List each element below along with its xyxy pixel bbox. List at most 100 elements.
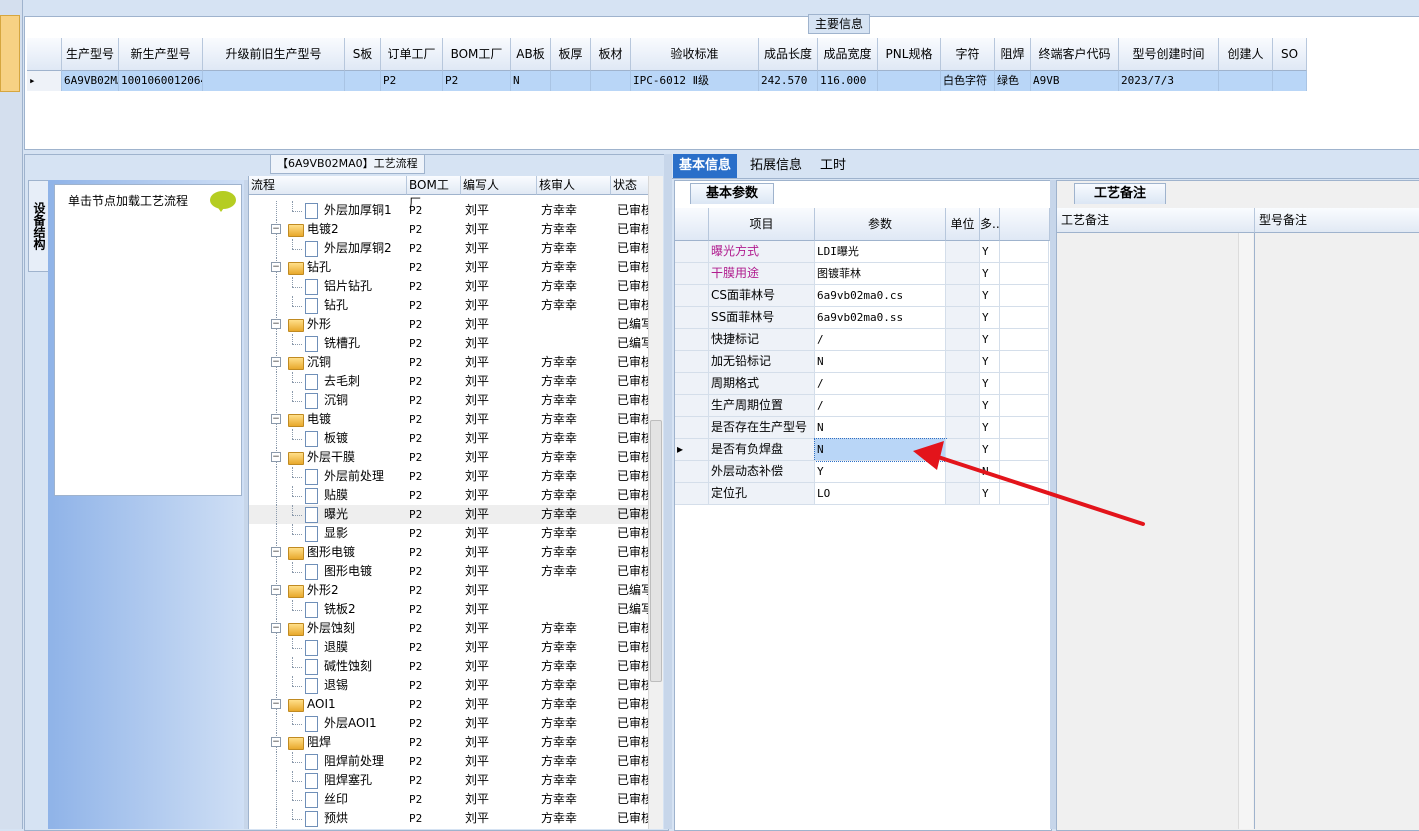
main-cell[interactable]: 白色字符	[941, 71, 995, 91]
tree-row[interactable]: 退膜 P2 刘平 方幸幸 已审核	[249, 638, 653, 657]
param-cell-param[interactable]: N	[815, 351, 946, 373]
param-cell-unit[interactable]	[946, 285, 980, 307]
param-cell-param[interactable]: N	[814, 438, 947, 462]
tree-row[interactable]: 贴膜 P2 刘平 方幸幸 已审核	[249, 486, 653, 505]
basic-col-header[interactable]: 多..	[980, 208, 1000, 241]
param-row[interactable]: 曝光方式 LDI曝光 Y	[675, 241, 1050, 263]
param-row[interactable]: 快捷标记 / Y	[675, 329, 1050, 351]
param-cell-unit[interactable]	[946, 351, 980, 373]
tab-work-hours[interactable]: 工时	[814, 154, 852, 178]
tree-row[interactable]: 外层AOI1 P2 刘平 方幸幸 已审核	[249, 714, 653, 733]
tree-row[interactable]: − 沉铜 P2 刘平 方幸幸 已审核	[249, 353, 653, 372]
param-cell-param[interactable]: Y	[815, 461, 946, 483]
tree-row[interactable]: 铣槽孔 P2 刘平 已编写	[249, 334, 653, 353]
main-col-header[interactable]: 成品宽度	[818, 38, 878, 71]
main-cell[interactable]: P2	[381, 71, 443, 91]
main-col-header[interactable]: 创建人	[1219, 38, 1273, 71]
param-row[interactable]: 生产周期位置 / Y	[675, 395, 1050, 417]
param-row[interactable]: 外层动态补偿 Y N	[675, 461, 1050, 483]
tree-scroll-thumb[interactable]	[650, 420, 662, 682]
collapse-toggle-icon[interactable]: −	[271, 699, 281, 709]
param-row[interactable]: 加无铅标记 N Y	[675, 351, 1050, 373]
param-row[interactable]: CS面菲林号 6a9vb02ma0.cs Y	[675, 285, 1050, 307]
param-row[interactable]: 是否存在生产型号 N Y	[675, 417, 1050, 439]
basic-col-header[interactable]: 参数	[815, 208, 946, 241]
collapse-toggle-icon[interactable]: −	[271, 319, 281, 329]
collapse-toggle-icon[interactable]: −	[271, 262, 281, 272]
tree-row[interactable]: 曝光 P2 刘平 方幸幸 已审核	[249, 505, 653, 524]
collapsed-panel-tab[interactable]	[0, 15, 20, 92]
main-col-header[interactable]: 阻焊	[995, 38, 1031, 71]
tree-row[interactable]: 阻焊塞孔 P2 刘平 方幸幸 已审核	[249, 771, 653, 790]
tree-row[interactable]: − 外层蚀刻 P2 刘平 方幸幸 已审核	[249, 619, 653, 638]
param-row[interactable]: SS面菲林号 6a9vb02ma0.ss Y	[675, 307, 1050, 329]
collapse-toggle-icon[interactable]: −	[271, 414, 281, 424]
param-cell-multi[interactable]: N	[980, 461, 1000, 483]
param-cell-unit[interactable]	[946, 395, 980, 417]
param-cell-param[interactable]: 图镀菲林	[815, 263, 946, 285]
param-cell-multi[interactable]: Y	[980, 307, 1000, 329]
main-col-header[interactable]: 型号创建时间	[1119, 38, 1219, 71]
main-cell[interactable]: 10010600120642	[119, 71, 203, 91]
param-row[interactable]: 定位孔 LO Y	[675, 483, 1050, 505]
craft-notes-field[interactable]	[1057, 233, 1255, 829]
param-cell-unit[interactable]	[946, 241, 980, 263]
main-cell[interactable]	[1219, 71, 1273, 91]
param-cell-unit[interactable]	[946, 417, 980, 439]
tree-row[interactable]: − 钻孔 P2 刘平 方幸幸 已审核	[249, 258, 653, 277]
main-col-header[interactable]: 生产型号	[62, 38, 119, 71]
main-cell[interactable]	[878, 71, 941, 91]
param-cell-unit[interactable]	[946, 483, 980, 505]
model-notes-field[interactable]	[1255, 233, 1419, 829]
param-cell-unit[interactable]	[946, 461, 980, 483]
main-cell[interactable]	[203, 71, 345, 91]
collapse-toggle-icon[interactable]: −	[271, 623, 281, 633]
tree-row[interactable]: 铣板2 P2 刘平 已编写	[249, 600, 653, 619]
tree-row[interactable]: − AOI1 P2 刘平 方幸幸 已审核	[249, 695, 653, 714]
param-cell-param[interactable]: 6a9vb02ma0.ss	[815, 307, 946, 329]
main-col-header[interactable]: 字符	[941, 38, 995, 71]
main-col-header[interactable]: SO	[1273, 38, 1307, 71]
main-cell[interactable]: P2	[443, 71, 511, 91]
tree-row[interactable]: 外层加厚铜2 P2 刘平 方幸幸 已审核	[249, 239, 653, 258]
param-row[interactable]: ▸ 是否有负焊盘 N Y	[675, 438, 1050, 462]
param-cell-multi[interactable]: Y	[980, 329, 1000, 351]
tree-row[interactable]: 沉铜 P2 刘平 方幸幸 已审核	[249, 391, 653, 410]
param-cell-multi[interactable]: Y	[980, 351, 1000, 373]
param-cell-multi[interactable]: Y	[980, 241, 1000, 263]
tree-row[interactable]: 铝片钻孔 P2 刘平 方幸幸 已审核	[249, 277, 653, 296]
basic-col-header[interactable]: 项目	[709, 208, 815, 241]
main-cell[interactable]	[591, 71, 631, 91]
param-cell-multi[interactable]: Y	[980, 373, 1000, 395]
tree-row[interactable]: 钻孔 P2 刘平 方幸幸 已审核	[249, 296, 653, 315]
main-cell[interactable]: 2023/7/3	[1119, 71, 1219, 91]
param-cell-unit[interactable]	[946, 307, 980, 329]
tree-row[interactable]: − 外形 P2 刘平 已编写	[249, 315, 653, 334]
main-cell[interactable]	[345, 71, 381, 91]
tree-row[interactable]: 显影 P2 刘平 方幸幸 已审核	[249, 524, 653, 543]
tree-row[interactable]: 丝印 P2 刘平 方幸幸 已审核	[249, 790, 653, 809]
process-tree[interactable]: 流程 BOM工厂 编写人 核审人 状态 外层加厚铜1 P2 刘平 方幸幸 已审核 − 电镀2 P2 刘平方…	[248, 176, 663, 829]
main-cell[interactable]: 116.000	[818, 71, 878, 91]
tree-row[interactable]: 去毛刺 P2 刘平 方幸幸 已审核	[249, 372, 653, 391]
tree-row[interactable]: − 电镀 P2 刘平 方幸幸 已审核	[249, 410, 653, 429]
tree-row[interactable]: 图形电镀 P2 刘平 方幸幸 已审核	[249, 562, 653, 581]
tree-row[interactable]: − 阻焊 P2 刘平 方幸幸 已审核	[249, 733, 653, 752]
main-col-header[interactable]: 终端客户代码	[1031, 38, 1119, 71]
tree-row[interactable]: − 电镀2 P2 刘平 方幸幸 已审核	[249, 220, 653, 239]
tree-row[interactable]: 阻焊前处理 P2 刘平 方幸幸 已审核	[249, 752, 653, 771]
param-cell-param[interactable]: /	[815, 373, 946, 395]
tree-row[interactable]: − 外层干膜 P2 刘平 方幸幸 已审核	[249, 448, 653, 467]
tree-row[interactable]: 板镀 P2 刘平 方幸幸 已审核	[249, 429, 653, 448]
equipment-structure-tab[interactable]: 设备结构	[28, 180, 49, 272]
basic-col-header[interactable]: 单位	[946, 208, 980, 241]
main-col-header[interactable]: 板材	[591, 38, 631, 71]
param-cell-unit[interactable]	[946, 329, 980, 351]
collapse-toggle-icon[interactable]: −	[271, 357, 281, 367]
main-cell[interactable]: A9VB	[1031, 71, 1119, 91]
param-cell-param[interactable]: N	[815, 417, 946, 439]
main-col-header[interactable]: BOM工厂	[443, 38, 511, 71]
collapse-toggle-icon[interactable]: −	[271, 224, 281, 234]
main-cell[interactable]	[1273, 71, 1307, 91]
splitter-middle[interactable]	[664, 154, 672, 829]
